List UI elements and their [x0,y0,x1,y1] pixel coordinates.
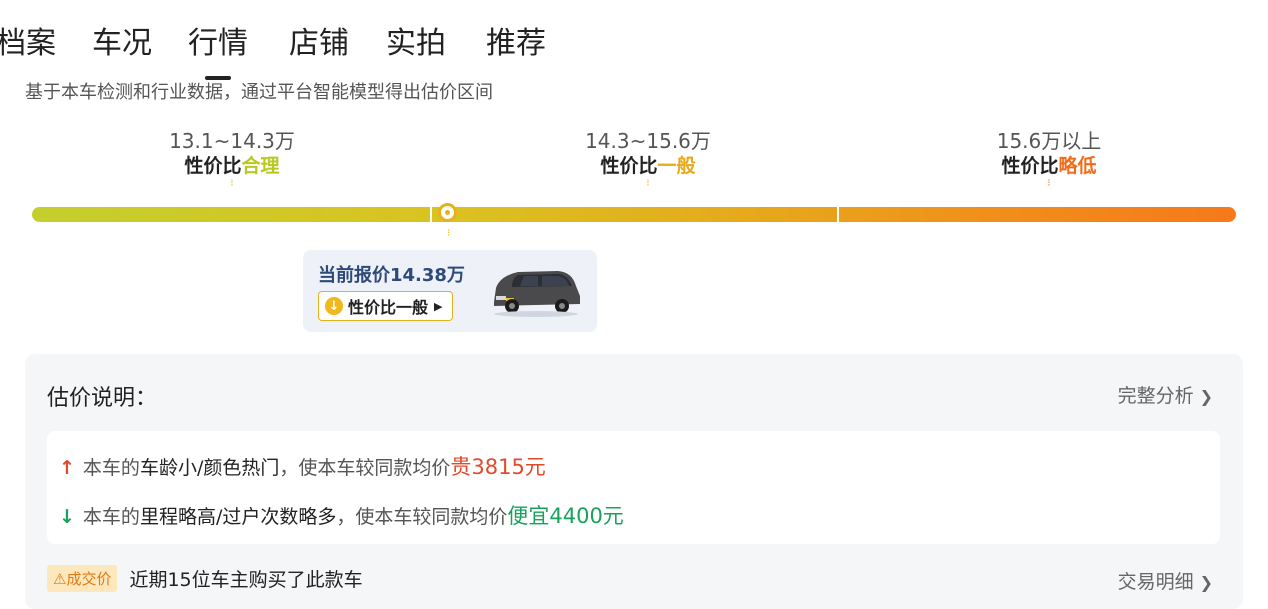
segment-label: 性价比略低 [1001,155,1097,177]
segment-average: 14.3~15.6万 性价比一般 ⁝ [518,128,778,190]
arrow-down-circle-icon: ↓ [325,297,343,315]
tab-recommend[interactable]: 推荐 [486,18,546,62]
reason-list: ↑ 本车的车龄小/颜色热门，使本车较同款均价贵3815元 ↓ 本车的里程略高/过户次… [47,431,1220,544]
segment-pointer: ⁝ [1047,178,1051,189]
segment-label: 性价比合理 [184,155,280,177]
deal-summary: ⚠成交价 近期15位车主购买了此款车 [47,565,363,592]
chevron-right-icon: ❯ [1199,387,1213,406]
value-rating-tag[interactable]: ↓ 性价比一般 ▶ [318,291,454,321]
play-right-icon: ▶ [434,299,443,313]
bar-divider [837,207,839,222]
arrow-up-icon: ↑ [59,457,75,479]
value-rating-label: 性价比一般 [348,298,429,317]
segment-pointer: ⁝ [646,178,650,189]
valuation-subtitle: 基于本车检测和行业数据，通过平台智能模型得出估价区间 [25,82,493,103]
segment-range: 13.1~14.3万 [169,129,295,153]
current-price-card[interactable]: 当前报价14.38万 ↓ 性价比一般 ▶ [303,250,597,332]
arrow-down-icon: ↓ [59,506,75,528]
current-price-text: 当前报价14.38万 [318,265,465,286]
chevron-right-icon: ❯ [1199,573,1213,592]
reason-item-up: ↑ 本车的车龄小/颜色热门，使本车较同款均价贵3815元 [59,455,546,479]
segment-pointer: ⁝ [230,178,234,189]
tab-store[interactable]: 店铺 [289,18,349,62]
car-thumbnail [494,271,580,317]
segment-range: 14.3~15.6万 [585,129,711,153]
tab-photos[interactable]: 实拍 [386,18,446,62]
deal-price-badge: ⚠成交价 [47,565,118,592]
segment-label: 性价比一般 [600,155,696,177]
tab-archive[interactable]: 档案 [0,18,56,62]
tab-market[interactable]: 行情 [188,18,248,62]
reason-item-down: ↓ 本车的里程略高/过户次数略多，使本车较同款均价便宜4400元 [59,504,624,528]
full-analysis-link[interactable]: 完整分析 ❯ [1118,381,1213,408]
tab-condition[interactable]: 车况 [92,18,152,62]
current-price-marker [438,203,457,222]
explanation-title: 估价说明： [47,386,158,411]
valuation-explanation-panel: 估价说明： 完整分析 ❯ ↑ 本车的车龄小/颜色热门，使本车较同款均价贵3815元 … [25,354,1243,609]
marker-pointer: ⁝ [447,228,451,239]
deal-summary-text: 近期15位车主购买了此款车 [129,569,363,591]
segment-low: 15.6万以上 性价比略低 ⁝ [919,128,1179,190]
segment-range: 15.6万以上 [996,129,1102,153]
bar-divider [430,207,432,222]
segment-reasonable: 13.1~14.3万 性价比合理 ⁝ [102,128,362,190]
transaction-detail-link[interactable]: 交易明细 ❯ [1118,567,1213,594]
price-range-bar [32,207,1236,222]
